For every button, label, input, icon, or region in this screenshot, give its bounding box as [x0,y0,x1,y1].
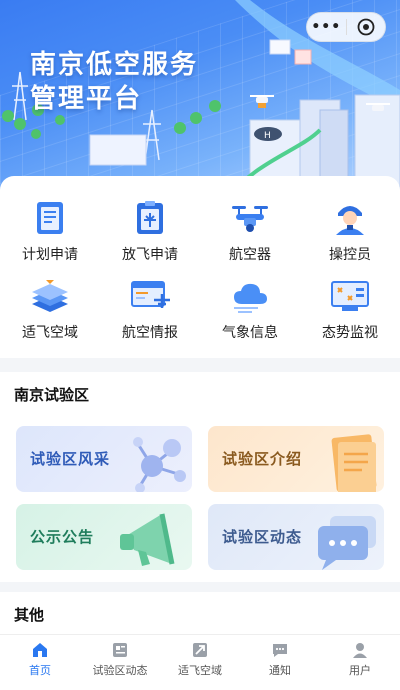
close-miniprogram-button[interactable] [346,18,385,36]
clipboard-plan-icon [28,198,72,238]
bottom-tab-bar: 首页 试验区动态 适飞空域 通知 用户 [0,634,400,690]
menu-plan-application[interactable]: 计划申请 [0,198,100,264]
tab-label: 通知 [269,664,291,677]
miniprogram-capsule: ••• [306,12,386,42]
tile-label: 公示公告 [30,528,95,546]
airspace-icon [193,643,207,657]
menu-flight-application[interactable]: 放飞申请 [100,198,200,264]
section-title: 南京试验区 [14,386,90,404]
drone-icon [228,198,272,238]
megaphone-icon [120,513,175,566]
tile-zone-intro[interactable]: 试验区介绍 [208,426,384,492]
chat-bubble-icon [318,516,376,570]
flight-application-icon [128,198,172,238]
news-icon [113,643,127,657]
user-icon [353,643,367,658]
tab-label: 用户 [349,664,371,677]
platform-title-line1: 南京低空服务 [30,50,199,80]
menu-label: 适飞空域 [22,325,78,341]
document-icon [331,434,377,492]
other-section: 其他 [0,592,400,634]
quick-menu: 计划申请 放飞申请 航空器 操控员 适飞空域 航空情报 气象信息 态势监视 [0,176,400,358]
message-icon [273,644,287,657]
tab-airspace[interactable]: 适飞空域 [160,635,240,690]
menu-aircraft[interactable]: 航空器 [200,198,300,264]
more-menu-button[interactable]: ••• [307,19,346,35]
menu-label: 放飞申请 [122,247,178,263]
tile-label: 试验区介绍 [222,450,303,468]
pilot-zone-section: 南京试验区 试验区风采 试验区介绍 公示公告 试验区动态 [0,372,400,582]
platform-title-line2: 管理平台 [30,84,143,114]
situation-monitor-icon [328,276,372,316]
aviation-info-icon [128,276,172,316]
menu-aviation-info[interactable]: 航空情报 [100,276,200,342]
menu-label: 航空情报 [122,325,178,341]
menu-operator[interactable]: 操控员 [300,198,400,264]
section-title: 其他 [14,606,45,624]
menu-label: 计划申请 [22,247,78,263]
tab-zone-news[interactable]: 试验区动态 [80,635,160,690]
menu-situation-monitor[interactable]: 态势监视 [300,276,400,342]
tab-user[interactable]: 用户 [320,635,400,690]
menu-label: 操控员 [329,247,371,263]
weather-cloud-icon [228,276,272,316]
menu-airspace[interactable]: 适飞空域 [0,276,100,342]
menu-weather[interactable]: 气象信息 [200,276,300,342]
svg-text:H: H [264,131,271,141]
tab-home[interactable]: 首页 [0,635,80,690]
home-page: H 南京低空服务 管理平台 ••• 计划申请 放飞申请 航空器 操控员 适飞空域… [0,0,400,690]
molecule-icon [133,437,186,492]
tab-label: 试验区动态 [92,664,148,677]
tab-label: 适飞空域 [178,664,222,677]
tile-label: 试验区动态 [222,528,303,546]
tile-public-notice[interactable]: 公示公告 [16,504,192,570]
airspace-layers-icon [28,276,72,316]
platform-title: 南京低空服务 管理平台 [30,48,198,116]
menu-label: 航空器 [229,247,271,263]
operator-icon [328,198,372,238]
menu-label: 气象信息 [222,325,278,341]
target-circle-icon [357,18,375,36]
tab-notifications[interactable]: 通知 [240,635,320,690]
hero-banner: H 南京低空服务 管理平台 ••• [0,0,400,195]
home-icon [33,643,47,657]
tile-zone-news[interactable]: 试验区动态 [208,504,384,570]
tab-label: 首页 [29,664,51,677]
menu-label: 态势监视 [322,325,378,341]
tile-label: 试验区风采 [30,450,111,468]
tile-zone-showcase[interactable]: 试验区风采 [16,426,192,492]
